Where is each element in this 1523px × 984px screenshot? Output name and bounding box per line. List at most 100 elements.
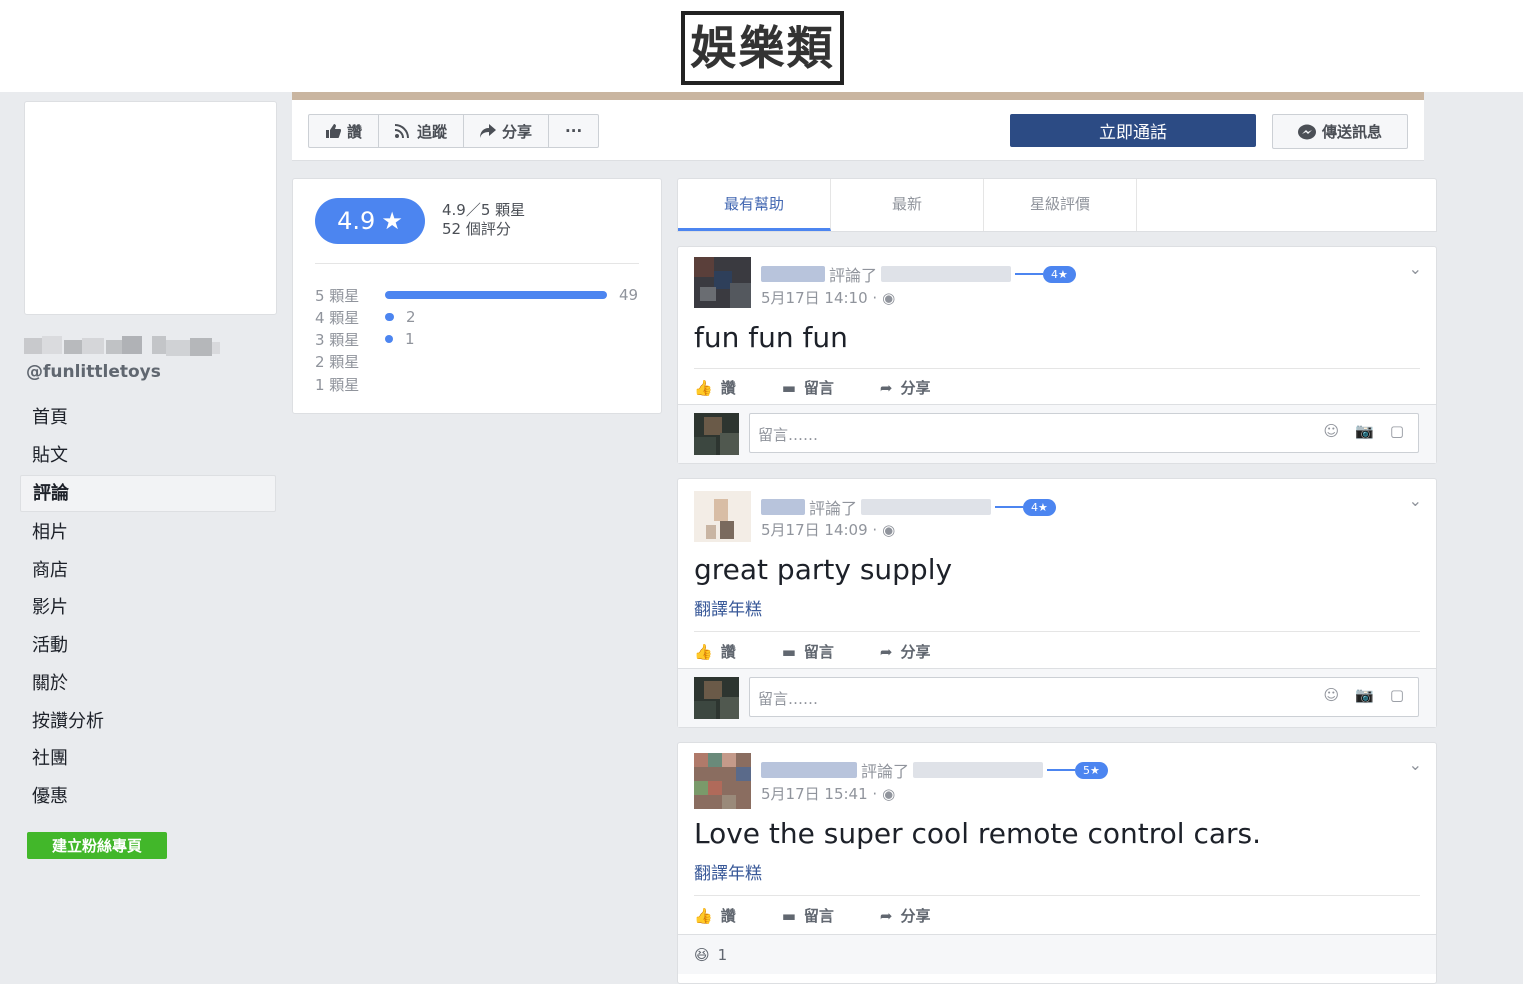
review-header: 評論了 4★ bbox=[761, 262, 1076, 286]
rating-row-count: 1 bbox=[405, 330, 415, 348]
rating-row-2[interactable]: 2 顆星 bbox=[315, 350, 385, 372]
reviewer-name-blurred[interactable] bbox=[761, 762, 857, 778]
globe-icon: ◉ bbox=[882, 288, 896, 307]
review-text: great party supply bbox=[694, 553, 953, 586]
send-message-button[interactable]: 傳送訊息 bbox=[1272, 114, 1408, 149]
share-button[interactable]: ➦ 分享 bbox=[880, 641, 931, 662]
sidebar-item-home[interactable]: 首頁 bbox=[20, 400, 276, 435]
avatar[interactable] bbox=[694, 491, 751, 542]
rating-row-4[interactable]: 4 顆星 2 bbox=[315, 306, 416, 328]
review-timestamp[interactable]: 5月17日 14:09 · ◉ bbox=[761, 519, 895, 540]
sidebar-item-photos[interactable]: 相片 bbox=[20, 515, 276, 550]
share-page-label: 分享 bbox=[502, 122, 533, 141]
camera-icon[interactable]: 📷 bbox=[1355, 422, 1374, 440]
star-badge: 5★ bbox=[1047, 761, 1108, 779]
review-text: fun fun fun bbox=[694, 321, 848, 354]
review-header: 評論了 4★ bbox=[761, 495, 1056, 519]
sidebar-item-reviews[interactable]: 評論 bbox=[20, 475, 276, 513]
rating-divider bbox=[315, 263, 639, 264]
page-action-bar: 讚 追蹤 分享 ··· 立即通話 傳送訊息 bbox=[292, 100, 1424, 161]
reviewer-name-blurred[interactable] bbox=[761, 266, 825, 282]
thumbs-up-icon: 👍 bbox=[694, 378, 713, 397]
share-arrow-icon: ➦ bbox=[879, 378, 893, 397]
globe-icon: ◉ bbox=[882, 784, 896, 803]
share-button[interactable]: ➦ 分享 bbox=[880, 905, 931, 926]
comment-placeholder: 留言…… bbox=[758, 426, 819, 444]
comment-input[interactable]: 留言…… ☺ 📷 ▢ bbox=[749, 413, 1419, 453]
rating-score-pill: 4.9 ★ bbox=[315, 198, 425, 244]
emoji-icon[interactable]: ☺ bbox=[1323, 422, 1339, 440]
sidebar-item-videos[interactable]: 影片 bbox=[20, 590, 276, 625]
sidebar-item-about[interactable]: 關於 bbox=[20, 666, 276, 701]
follow-button[interactable]: 追蹤 bbox=[379, 115, 465, 147]
like-button[interactable]: 👍 讚 bbox=[694, 641, 736, 662]
review-timestamp[interactable]: 5月17日 14:10 · ◉ bbox=[761, 287, 895, 308]
follow-label: 追蹤 bbox=[417, 122, 448, 141]
rating-row-3[interactable]: 3 顆星 1 bbox=[315, 328, 415, 350]
tab-star-rating[interactable]: 星級評價 bbox=[984, 179, 1137, 231]
profile-picture[interactable] bbox=[24, 101, 277, 315]
rating-row-1[interactable]: 1 顆星 bbox=[315, 373, 385, 395]
share-page-button[interactable]: 分享 bbox=[464, 115, 550, 147]
reviewer-name-blurred[interactable] bbox=[761, 499, 805, 515]
review-timestamp[interactable]: 5月17日 15:41 · ◉ bbox=[761, 783, 895, 804]
tab-most-helpful[interactable]: 最有幫助 bbox=[678, 179, 831, 231]
camera-icon[interactable]: 📷 bbox=[1355, 686, 1374, 704]
avatar[interactable] bbox=[694, 753, 751, 809]
comment-tools: ☺ 📷 ▢ bbox=[1323, 686, 1404, 704]
reaction-summary[interactable]: 😆 1 bbox=[678, 934, 1436, 974]
sidebar-item-posts[interactable]: 貼文 bbox=[20, 438, 276, 473]
haha-reaction-icon: 😆 bbox=[694, 945, 710, 964]
like-page-label: 讚 bbox=[347, 122, 363, 141]
sidebar-item-shop[interactable]: 商店 bbox=[20, 553, 276, 588]
star-badge-label: 4★ bbox=[1023, 498, 1056, 516]
globe-icon: ◉ bbox=[882, 520, 896, 539]
share-label: 分享 bbox=[900, 379, 931, 397]
translate-link[interactable]: 翻譯年糕 bbox=[694, 595, 762, 620]
chevron-down-icon[interactable]: ⌄ bbox=[1409, 259, 1422, 278]
call-now-button[interactable]: 立即通話 bbox=[1010, 114, 1256, 147]
post-actions: 👍 讚 ▬ 留言 ➦ 分享 bbox=[694, 905, 931, 926]
comment-composer: 留言…… ☺ 📷 ▢ bbox=[678, 668, 1436, 727]
reviewed-text: 評論了 bbox=[829, 266, 878, 285]
tab-newest[interactable]: 最新 bbox=[831, 179, 984, 231]
page-name-blurred[interactable] bbox=[881, 266, 1012, 282]
sticker-icon[interactable]: ▢ bbox=[1390, 686, 1404, 704]
chevron-down-icon[interactable]: ⌄ bbox=[1409, 491, 1422, 510]
sidebar-item-events[interactable]: 活動 bbox=[20, 628, 276, 663]
sticker-icon[interactable]: ▢ bbox=[1390, 422, 1404, 440]
comment-button[interactable]: ▬ 留言 bbox=[782, 905, 834, 926]
like-button[interactable]: 👍 讚 bbox=[694, 377, 736, 398]
review-post: 評論了 4★ 5月17日 14:10 · ◉ ⌄ fun fun fun 👍 讚 … bbox=[677, 246, 1437, 464]
comment-input[interactable]: 留言…… ☺ 📷 ▢ bbox=[749, 677, 1419, 717]
sidebar-item-offers[interactable]: 優惠 bbox=[20, 779, 276, 814]
create-page-button[interactable]: 建立粉絲專頁 bbox=[27, 832, 167, 859]
review-time: 5月17日 14:10 · bbox=[761, 289, 878, 307]
rating-row-5[interactable]: 5 顆星 49 bbox=[315, 284, 638, 306]
rating-summary: 4.9／5 顆星 52 個評分 bbox=[442, 201, 525, 239]
like-page-button[interactable]: 讚 bbox=[309, 115, 380, 147]
rss-icon bbox=[395, 124, 410, 138]
sidebar-item-insights[interactable]: 按讚分析 bbox=[20, 704, 276, 739]
reviewed-text: 評論了 bbox=[861, 762, 910, 781]
page-username[interactable]: @funlittletoys bbox=[26, 362, 161, 382]
comment-icon: ▬ bbox=[781, 642, 796, 661]
emoji-icon[interactable]: ☺ bbox=[1323, 686, 1339, 704]
page-name-blurred[interactable] bbox=[913, 762, 1044, 778]
comment-button[interactable]: ▬ 留言 bbox=[782, 377, 834, 398]
review-text: Love the super cool remote control cars. bbox=[694, 817, 1262, 850]
comment-button[interactable]: ▬ 留言 bbox=[782, 641, 834, 662]
like-button[interactable]: 👍 讚 bbox=[694, 905, 736, 926]
avatar[interactable] bbox=[694, 257, 751, 308]
reaction-count: 1 bbox=[717, 945, 728, 964]
rating-row-count: 49 bbox=[619, 286, 639, 304]
post-divider bbox=[694, 631, 1420, 632]
page-name-blurred[interactable] bbox=[861, 499, 992, 515]
ellipsis-icon: ··· bbox=[565, 122, 583, 140]
translate-link[interactable]: 翻譯年糕 bbox=[694, 859, 762, 884]
sidebar-item-groups[interactable]: 社團 bbox=[20, 741, 276, 776]
comment-label: 留言 bbox=[803, 907, 834, 925]
share-button[interactable]: ➦ 分享 bbox=[880, 377, 931, 398]
chevron-down-icon[interactable]: ⌄ bbox=[1409, 755, 1422, 774]
more-options-button[interactable]: ··· bbox=[549, 115, 598, 147]
